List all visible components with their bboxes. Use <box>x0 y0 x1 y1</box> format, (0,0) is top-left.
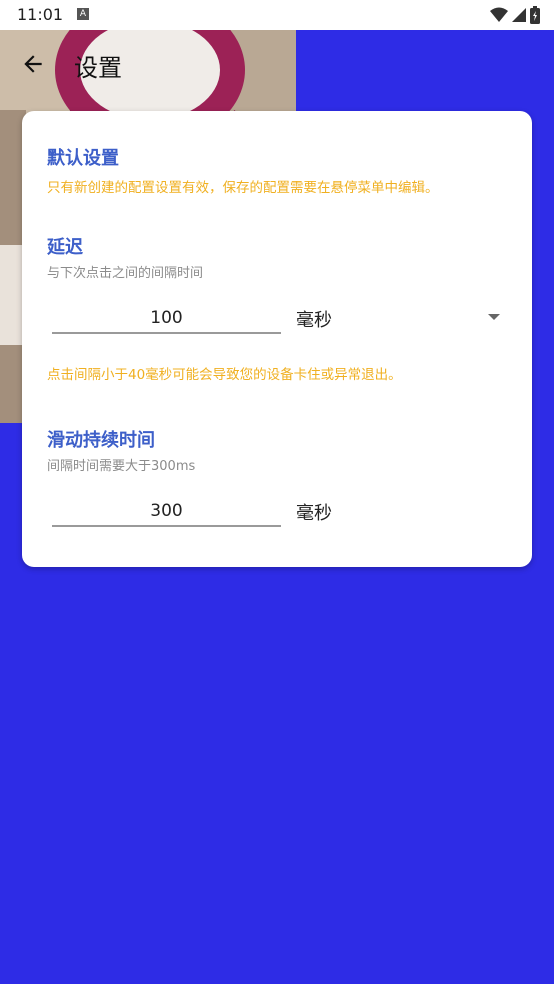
back-button[interactable] <box>20 48 50 80</box>
section-note: 只有新创建的配置设置有效，保存的配置需要在悬停菜单中编辑。 <box>47 180 439 196</box>
battery-icon <box>530 6 540 24</box>
settings-card: 默认设置 只有新创建的配置设置有效，保存的配置需要在悬停菜单中编辑。 延迟 与下… <box>22 111 532 567</box>
status-icons <box>490 6 540 24</box>
delay-warning: 点击间隔小于40毫秒可能会导致您的设备卡住或异常退出。 <box>47 367 402 383</box>
delay-label: 延迟 <box>47 237 83 258</box>
swipe-duration-description: 间隔时间需要大于300ms <box>47 459 196 474</box>
chevron-down-icon[interactable] <box>488 314 500 320</box>
page-title: 设置 <box>74 54 122 82</box>
a-badge-icon: A <box>77 8 89 20</box>
swipe-duration-unit: 毫秒 <box>296 503 332 524</box>
toolbar: 设置 <box>0 30 554 100</box>
status-time: 11:01 <box>17 5 64 24</box>
delay-unit-select[interactable]: 毫秒 <box>296 306 332 332</box>
arrow-left-icon <box>24 55 42 73</box>
cellular-signal-icon <box>512 8 526 22</box>
status-bar: 11:01 A <box>0 0 554 30</box>
delay-input[interactable] <box>52 304 281 334</box>
swipe-duration-label: 滑动持续时间 <box>47 430 155 451</box>
section-title: 默认设置 <box>47 148 119 169</box>
delay-description: 与下次点击之间的间隔时间 <box>47 266 204 281</box>
swipe-duration-input[interactable] <box>52 497 281 527</box>
wifi-icon <box>490 7 508 22</box>
